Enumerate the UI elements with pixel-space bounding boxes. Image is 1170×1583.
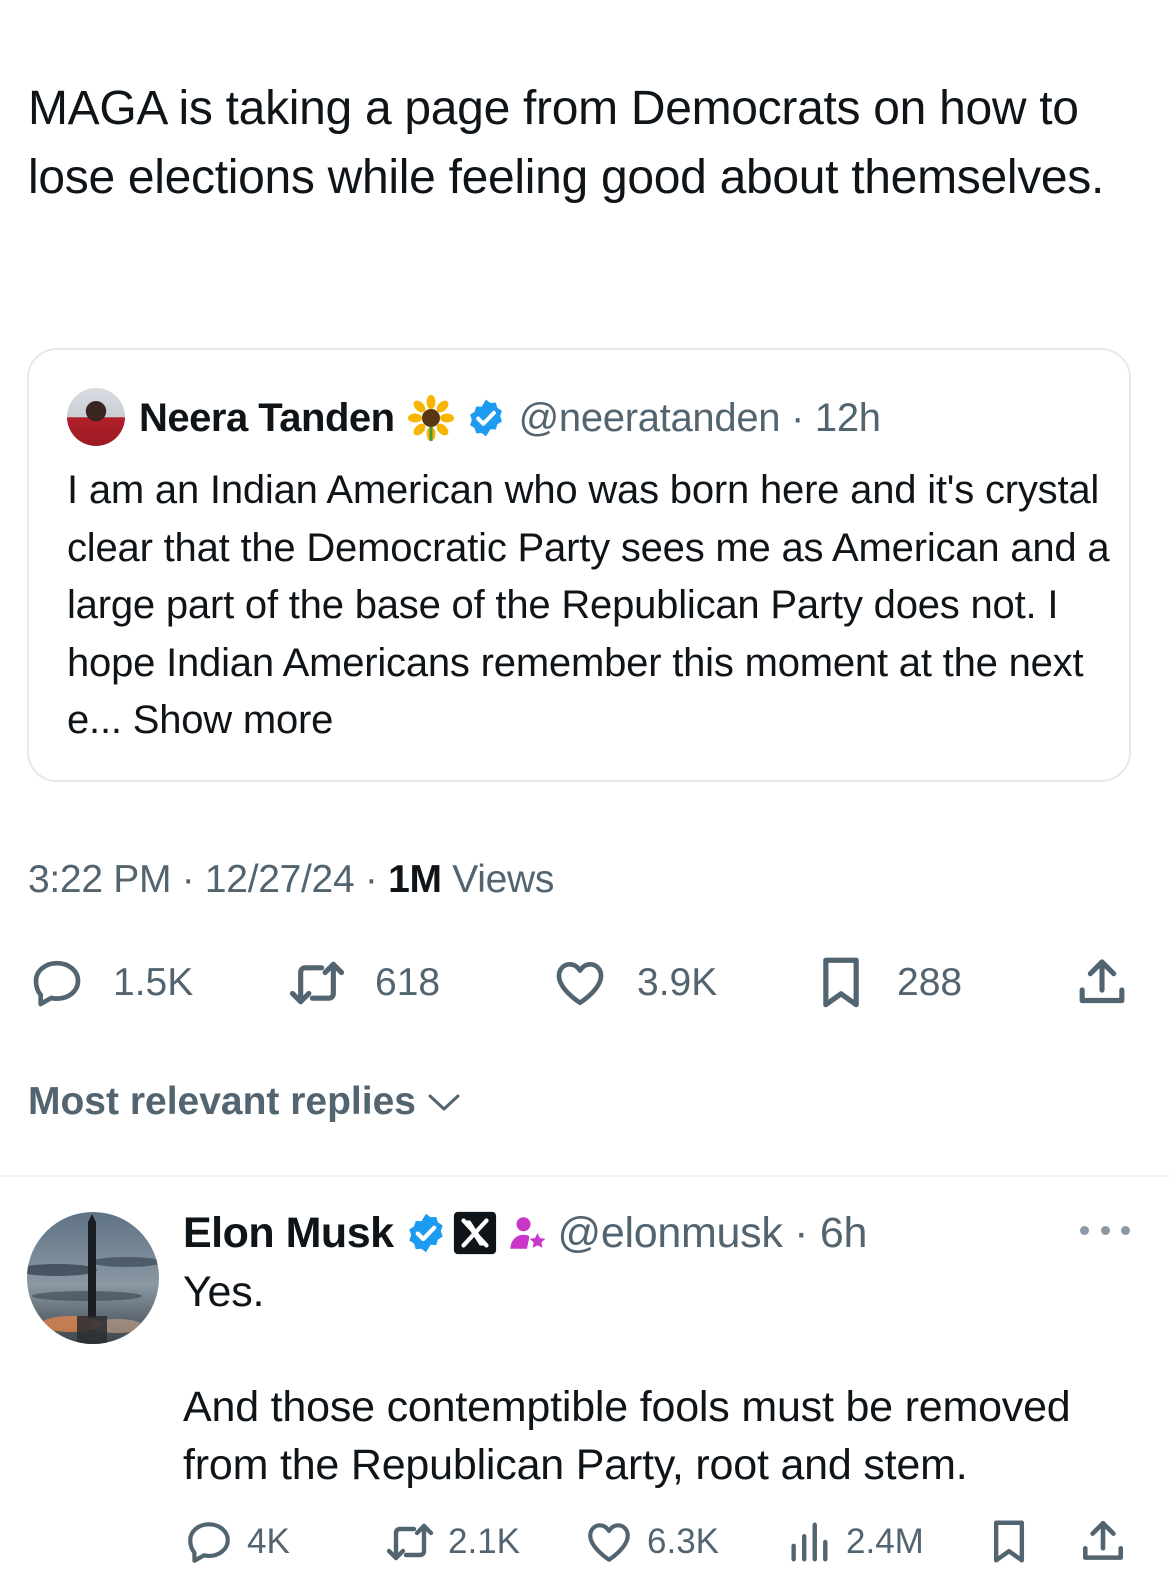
repost-button[interactable]: 618	[284, 955, 440, 1011]
subscriber-star-icon	[509, 1217, 545, 1249]
divider	[0, 1175, 1170, 1177]
share-button[interactable]	[1074, 955, 1130, 1011]
verified-badge-icon	[408, 1213, 443, 1253]
bookmark-count: 288	[897, 961, 963, 1004]
bookmark-icon	[823, 957, 859, 1008]
repost-icon	[289, 961, 345, 1005]
reply-views-button[interactable]: 2.4M	[786, 1516, 924, 1568]
reply-views-count: 2.4M	[846, 1522, 924, 1561]
x-logo-icon[interactable]	[452, 1210, 498, 1256]
reply-reply-count: 4K	[247, 1522, 290, 1561]
reply-author-avatar[interactable]	[27, 1212, 159, 1344]
rocket-launch-avatar-image	[27, 1212, 159, 1344]
reply-author-name[interactable]: Elon Musk	[183, 1209, 394, 1258]
quoted-tweet-text: I am an Indian American who was born her…	[67, 468, 1110, 742]
tweet-text: MAGA is taking a page from Democrats on …	[28, 82, 1105, 204]
views-icon	[791, 1522, 828, 1562]
quoted-tweet-time: 12h	[814, 395, 881, 440]
reply-reply-button[interactable]: 4K	[183, 1516, 290, 1568]
tweet-time: 3:22 PM	[28, 858, 172, 901]
like-count: 3.9K	[637, 961, 718, 1004]
replies-sort-label: Most relevant replies	[28, 1080, 416, 1123]
chevron-down-icon	[428, 1094, 460, 1111]
verified-badge-icon	[469, 399, 502, 437]
reply-like-button[interactable]: 6.3K	[583, 1516, 719, 1568]
views-count: 1M	[388, 858, 442, 901]
share-icon	[1083, 1520, 1123, 1560]
reply-count: 1.5K	[113, 961, 194, 1004]
bookmark-button[interactable]: 288	[815, 955, 962, 1011]
bookmark-icon	[993, 1520, 1025, 1563]
tweet-meta: 3:22 PM · 12/27/24 · 1M Views	[28, 858, 555, 901]
heart-icon	[588, 1523, 630, 1562]
views-label: Views	[452, 858, 555, 901]
show-more-link[interactable]: Show more	[133, 698, 334, 742]
more-icon[interactable]	[1080, 1218, 1130, 1242]
heart-icon	[556, 962, 604, 1006]
reply-repost-button[interactable]: 2.1K	[382, 1516, 520, 1568]
quoted-tweet-card[interactable]: Neera Tanden @neeratanden · 12h I am an …	[27, 348, 1131, 782]
reply-like-count: 6.3K	[647, 1522, 719, 1561]
quoted-tweet-header: Neera Tanden @neeratanden · 12h	[139, 390, 881, 446]
reply-icon	[33, 960, 81, 1007]
quoted-author-handle[interactable]: @neeratanden · 12h	[519, 396, 881, 441]
reply-share-button[interactable]	[1078, 1516, 1128, 1568]
reply-time: 6h	[819, 1208, 868, 1257]
reply-author-handle[interactable]: @elonmusk · 6h	[558, 1209, 868, 1258]
repost-count: 618	[375, 961, 441, 1004]
repost-icon	[386, 1523, 434, 1561]
reply-button[interactable]: 1.5K	[28, 955, 193, 1011]
sunflower-icon	[407, 395, 454, 441]
replies-sort-dropdown[interactable]: Most relevant replies	[28, 1080, 462, 1124]
reply-text: Yes. And those contemptible fools must b…	[183, 1268, 1071, 1489]
reply-header: Elon Musk @elonmusk · 6h	[183, 1205, 867, 1261]
share-icon	[1079, 959, 1125, 1004]
like-button[interactable]: 3.9K	[551, 955, 717, 1011]
quoted-author-name[interactable]: Neera Tanden	[139, 396, 395, 441]
reply-icon	[188, 1522, 230, 1563]
reply-repost-count: 2.1K	[448, 1522, 520, 1561]
tweet-date: 12/27/24	[204, 858, 355, 901]
reply-bookmark-button[interactable]	[987, 1516, 1031, 1568]
quoted-author-avatar[interactable]	[67, 388, 125, 446]
